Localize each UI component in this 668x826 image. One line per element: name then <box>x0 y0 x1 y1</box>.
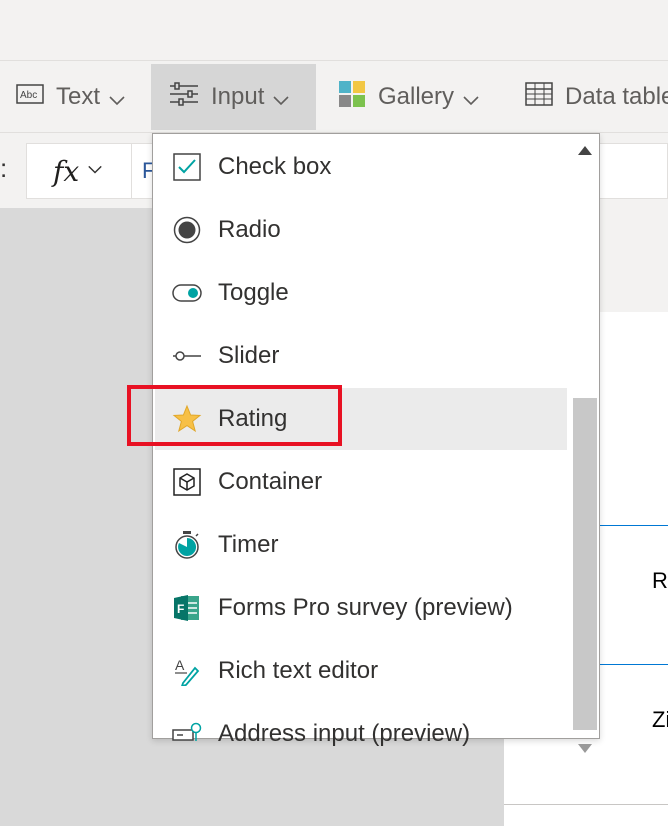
menu-item-label: Check box <box>218 153 332 180</box>
chevron-down-icon <box>108 88 126 106</box>
chevron-down-icon <box>272 88 290 106</box>
input-menu-button[interactable]: Input <box>151 64 316 130</box>
data-table-label: Data table <box>565 83 668 110</box>
gallery-menu-button[interactable]: Gallery <box>338 64 480 130</box>
timer-icon <box>171 529 203 561</box>
menu-item-container[interactable]: Container <box>155 451 567 513</box>
menu-item-label: Address input (preview) <box>218 720 471 747</box>
svg-text:Abc: Abc <box>20 90 37 101</box>
rich-text-icon: A <box>171 655 203 687</box>
menu-item-rich-text-editor[interactable]: A Rich text editor <box>155 640 567 702</box>
menu-item-label: Toggle <box>218 279 289 306</box>
address-input-icon <box>171 718 203 750</box>
checkbox-icon <box>171 151 203 183</box>
title-area <box>0 0 668 60</box>
slider-icon <box>171 340 203 372</box>
text-menu-button[interactable]: Abc Text <box>16 64 126 130</box>
input-menu-label: Input <box>211 83 265 110</box>
insert-ribbon: Abc Text Input Gallery Data table <box>0 60 668 132</box>
gallery-icon <box>338 80 366 115</box>
menu-item-forms-pro-survey[interactable]: F Forms Pro survey (preview) <box>155 577 567 639</box>
divider <box>504 804 668 805</box>
fx-button[interactable]: fx <box>26 143 132 199</box>
table-icon <box>525 81 553 113</box>
canvas-label: Zi <box>652 707 668 732</box>
menu-item-radio[interactable]: Radio <box>155 199 567 261</box>
menu-item-check-box[interactable]: Check box <box>155 136 567 198</box>
text-label-icon: Abc <box>16 83 44 111</box>
input-sliders-icon <box>169 81 199 114</box>
menu-item-label: Slider <box>218 342 280 369</box>
scroll-down-arrow-icon[interactable] <box>578 744 592 753</box>
gallery-menu-label: Gallery <box>378 83 455 110</box>
scroll-up-arrow-icon[interactable] <box>578 146 592 155</box>
forms-icon: F <box>171 592 203 624</box>
radio-icon <box>171 214 203 246</box>
menu-item-slider[interactable]: Slider <box>155 325 567 387</box>
menu-item-timer[interactable]: Timer <box>155 514 567 576</box>
menu-item-label: Forms Pro survey (preview) <box>218 594 513 621</box>
canvas-label: R <box>652 568 668 593</box>
text-menu-label: Text <box>56 83 101 110</box>
svg-text:F: F <box>177 602 184 616</box>
container-icon <box>171 466 203 498</box>
menu-item-address-input[interactable]: Address input (preview) <box>155 703 567 765</box>
menu-item-label: Radio <box>218 216 281 243</box>
highlight-annotation <box>127 385 342 446</box>
toggle-icon <box>171 277 203 309</box>
svg-text:A: A <box>175 657 185 673</box>
menu-item-label: Container <box>218 468 323 495</box>
data-table-button[interactable]: Data table <box>525 64 668 130</box>
scrollbar-thumb[interactable] <box>573 398 597 730</box>
fx-icon: fx <box>53 154 80 188</box>
chevron-down-icon <box>462 88 480 106</box>
separator-line <box>600 664 668 665</box>
separator-line <box>600 525 668 526</box>
chevron-down-icon <box>87 161 103 182</box>
property-colon: : <box>0 153 8 183</box>
menu-item-toggle[interactable]: Toggle <box>155 262 567 324</box>
menu-item-label: Timer <box>218 531 279 558</box>
menu-item-label: Rich text editor <box>218 657 379 684</box>
